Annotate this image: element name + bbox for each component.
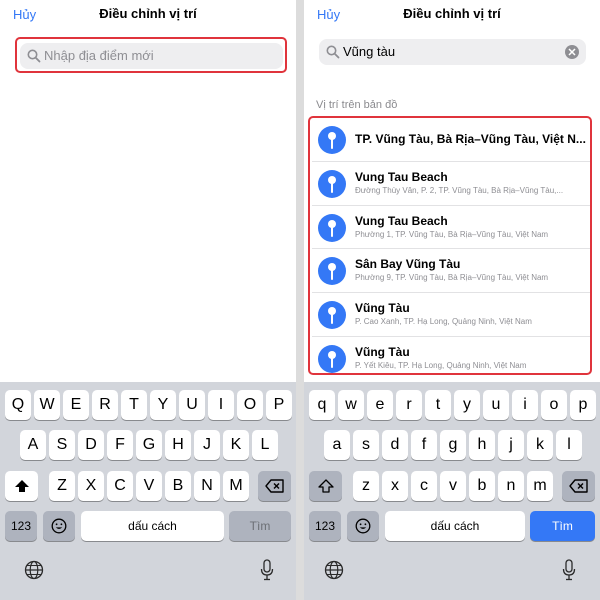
key[interactable]: q bbox=[309, 390, 335, 420]
shift-key[interactable] bbox=[309, 471, 342, 501]
search-input[interactable]: Vũng tàu bbox=[319, 39, 586, 65]
key[interactable]: T bbox=[121, 390, 147, 420]
key[interactable]: Q bbox=[5, 390, 31, 420]
key[interactable]: a bbox=[324, 430, 350, 460]
numbers-key[interactable]: 123 bbox=[309, 511, 341, 541]
backspace-icon bbox=[568, 479, 588, 493]
key[interactable]: W bbox=[34, 390, 60, 420]
backspace-key[interactable] bbox=[258, 471, 291, 501]
key[interactable]: i bbox=[512, 390, 538, 420]
page-title: Điều chỉnh vị trí bbox=[403, 6, 501, 21]
key[interactable]: O bbox=[237, 390, 263, 420]
shift-icon bbox=[14, 480, 29, 492]
globe-icon[interactable] bbox=[24, 560, 44, 580]
key[interactable]: b bbox=[469, 471, 495, 501]
key[interactable]: k bbox=[527, 430, 553, 460]
shift-key[interactable] bbox=[5, 471, 38, 501]
nav-bar: Hủy Điều chỉnh vị trí bbox=[304, 0, 600, 30]
search-value: Vũng tàu bbox=[343, 44, 396, 59]
screen-before: Hủy Điều chỉnh vị trí Nhập địa điểm mới … bbox=[0, 0, 296, 600]
page-title: Điều chỉnh vị trí bbox=[99, 6, 197, 21]
keyboard: q w e r t y u i o p a s d f g h j k l z … bbox=[304, 382, 600, 600]
space-key[interactable]: dấu cách bbox=[81, 511, 224, 541]
backspace-icon bbox=[264, 479, 284, 493]
search-key[interactable]: Tìm bbox=[530, 511, 595, 541]
clear-button[interactable] bbox=[565, 45, 579, 59]
key[interactable]: D bbox=[78, 430, 104, 460]
search-key[interactable]: Tìm bbox=[229, 511, 291, 541]
key[interactable]: B bbox=[165, 471, 191, 501]
globe-icon[interactable] bbox=[324, 560, 344, 580]
search-icon bbox=[326, 45, 340, 59]
key[interactable]: g bbox=[440, 430, 466, 460]
key[interactable]: N bbox=[194, 471, 220, 501]
key[interactable]: U bbox=[179, 390, 205, 420]
key[interactable]: y bbox=[454, 390, 480, 420]
emoji-key[interactable] bbox=[347, 511, 379, 541]
key[interactable]: G bbox=[136, 430, 162, 460]
key[interactable]: Y bbox=[150, 390, 176, 420]
comparison-root: Hủy Điều chỉnh vị trí Nhập địa điểm mới … bbox=[0, 0, 600, 600]
key[interactable]: C bbox=[107, 471, 133, 501]
emoji-icon bbox=[355, 518, 371, 534]
key[interactable]: j bbox=[498, 430, 524, 460]
nav-bar: Hủy Điều chỉnh vị trí bbox=[0, 0, 296, 30]
key[interactable]: l bbox=[556, 430, 582, 460]
key[interactable]: f bbox=[411, 430, 437, 460]
highlight-box bbox=[15, 37, 287, 73]
key[interactable]: P bbox=[266, 390, 292, 420]
key[interactable]: c bbox=[411, 471, 437, 501]
key[interactable]: s bbox=[353, 430, 379, 460]
key[interactable]: d bbox=[382, 430, 408, 460]
key[interactable]: o bbox=[541, 390, 567, 420]
key[interactable]: Z bbox=[49, 471, 75, 501]
key[interactable]: L bbox=[252, 430, 278, 460]
key[interactable]: R bbox=[92, 390, 118, 420]
keyboard: Q W E R T Y U I O P A S D F G H J K L Z … bbox=[0, 382, 296, 600]
key[interactable]: z bbox=[353, 471, 379, 501]
numbers-key[interactable]: 123 bbox=[5, 511, 37, 541]
key[interactable]: m bbox=[527, 471, 553, 501]
microphone-icon[interactable] bbox=[562, 559, 576, 581]
key[interactable]: r bbox=[396, 390, 422, 420]
key[interactable]: n bbox=[498, 471, 524, 501]
microphone-icon[interactable] bbox=[260, 559, 274, 581]
key[interactable]: F bbox=[107, 430, 133, 460]
screen-after: Hủy Điều chỉnh vị trí Vũng tàu Vị trí tr… bbox=[304, 0, 600, 600]
key[interactable]: p bbox=[570, 390, 596, 420]
key[interactable]: S bbox=[49, 430, 75, 460]
key[interactable]: V bbox=[136, 471, 162, 501]
key[interactable]: e bbox=[367, 390, 393, 420]
key[interactable]: E bbox=[63, 390, 89, 420]
key[interactable]: v bbox=[440, 471, 466, 501]
emoji-key[interactable] bbox=[43, 511, 75, 541]
key[interactable]: J bbox=[194, 430, 220, 460]
highlight-box bbox=[308, 116, 592, 375]
section-header: Vị trí trên bản đồ bbox=[316, 99, 398, 111]
key[interactable]: u bbox=[483, 390, 509, 420]
key[interactable]: X bbox=[78, 471, 104, 501]
key[interactable]: H bbox=[165, 430, 191, 460]
backspace-key[interactable] bbox=[562, 471, 595, 501]
key[interactable]: h bbox=[469, 430, 495, 460]
key[interactable]: M bbox=[223, 471, 249, 501]
space-key[interactable]: dấu cách bbox=[385, 511, 525, 541]
clear-icon bbox=[568, 48, 576, 56]
shift-icon bbox=[317, 479, 334, 493]
key[interactable]: w bbox=[338, 390, 364, 420]
key[interactable]: I bbox=[208, 390, 234, 420]
key[interactable]: x bbox=[382, 471, 408, 501]
key[interactable]: K bbox=[223, 430, 249, 460]
key[interactable]: A bbox=[20, 430, 46, 460]
key[interactable]: t bbox=[425, 390, 451, 420]
emoji-icon bbox=[51, 518, 67, 534]
